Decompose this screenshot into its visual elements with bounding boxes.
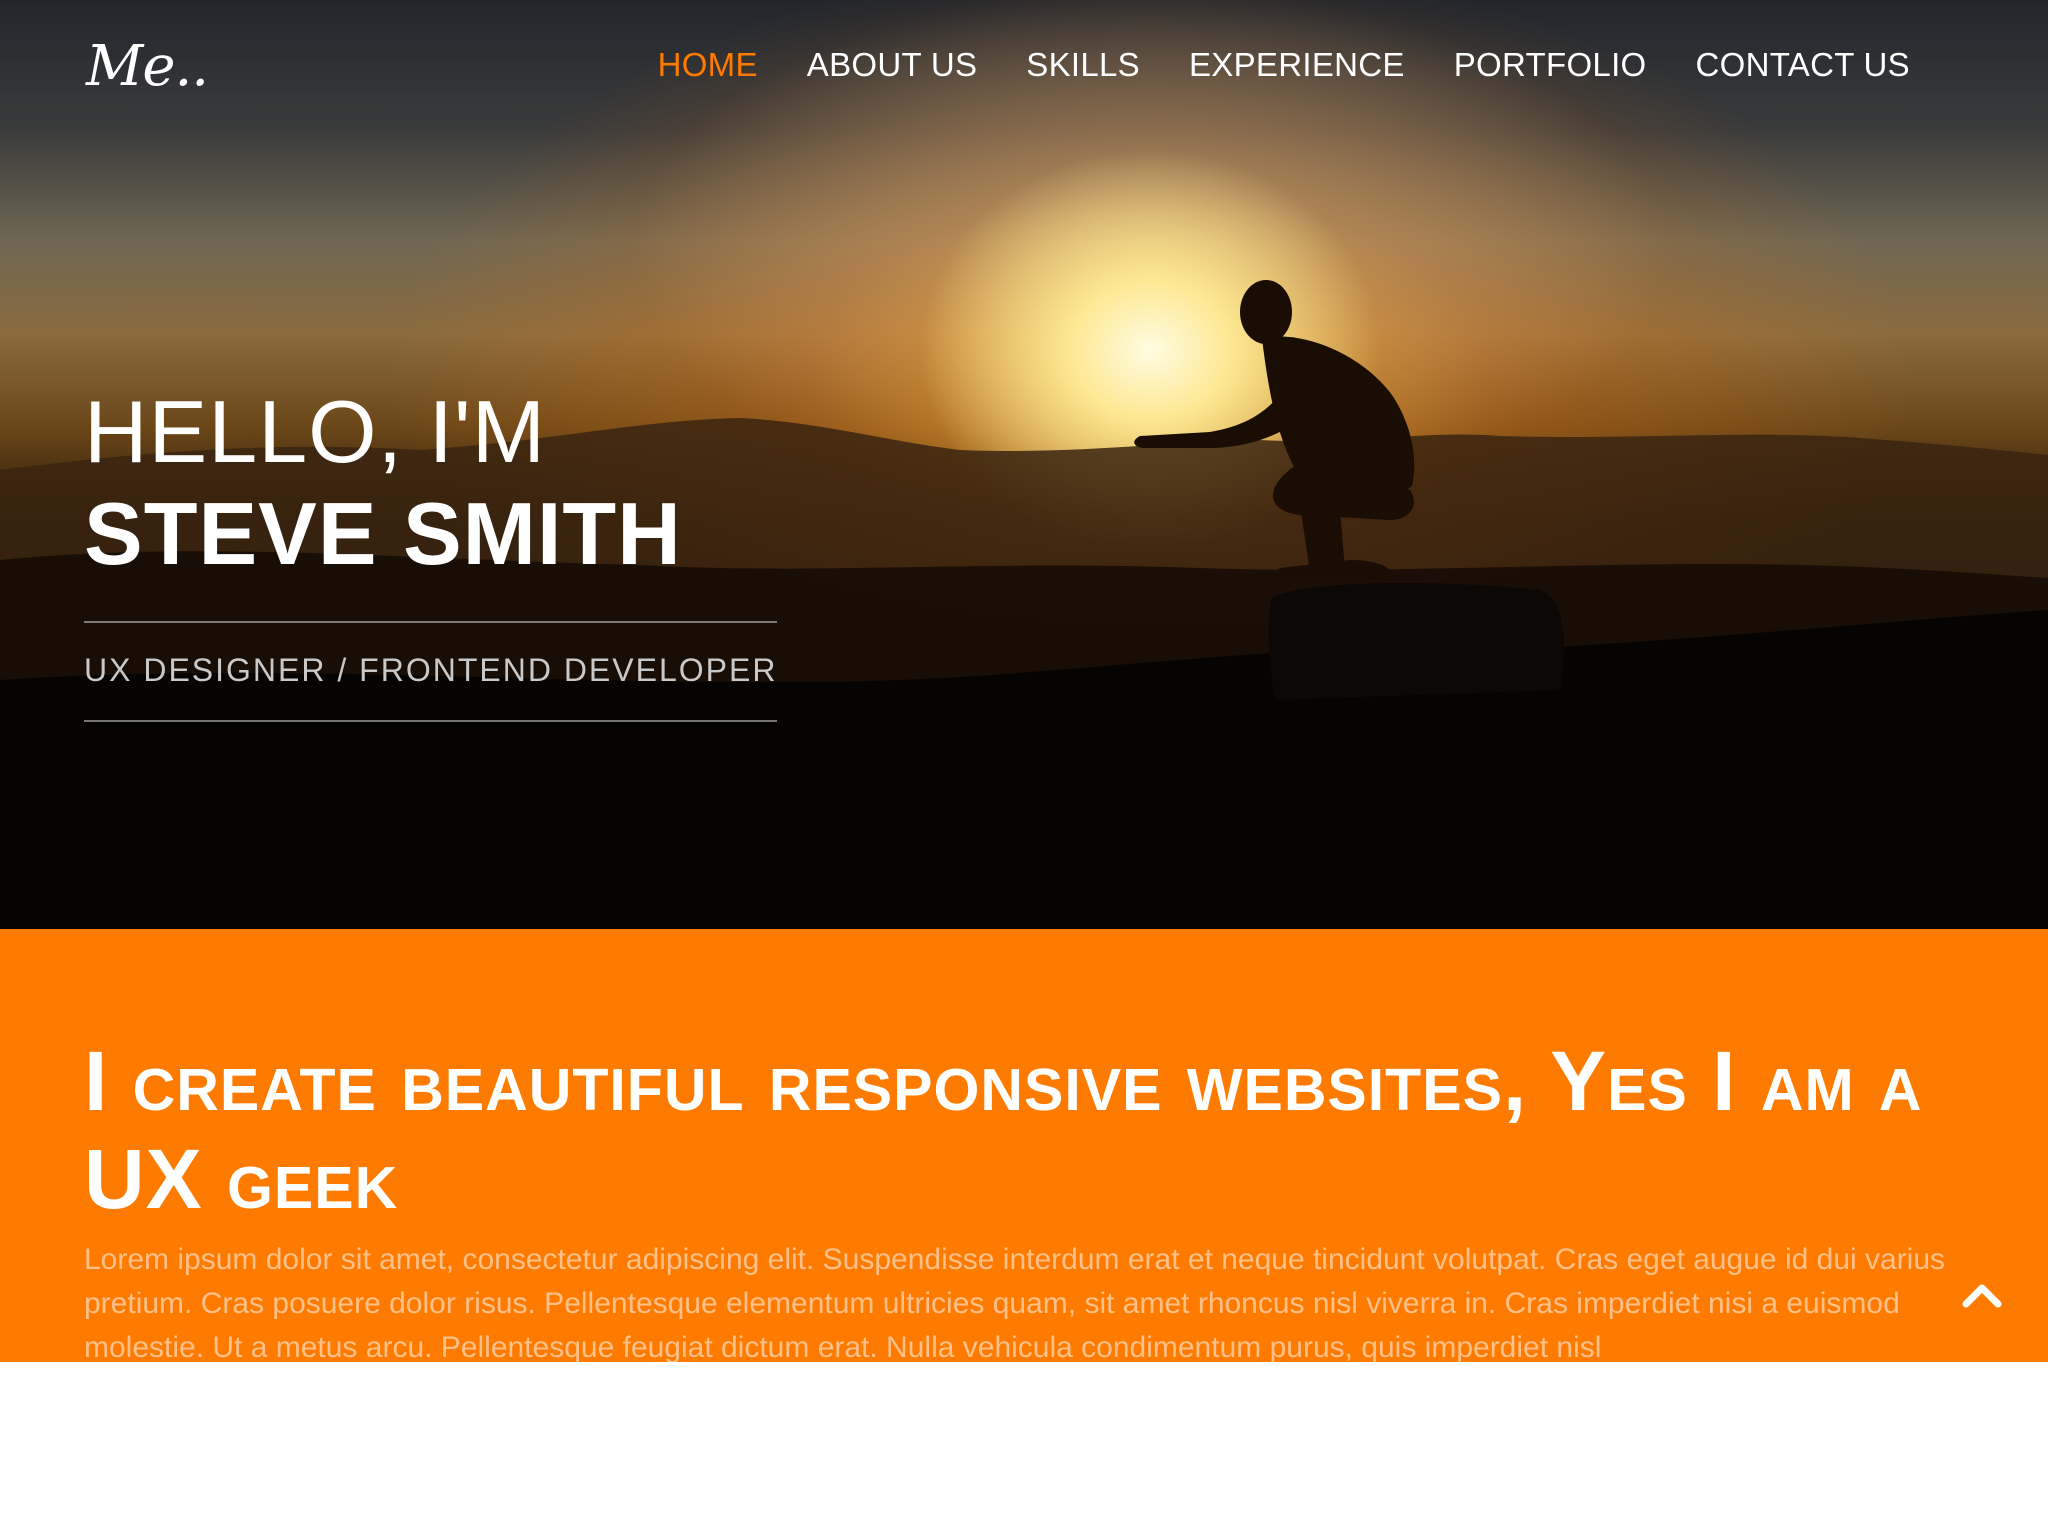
intro-section: I create beautiful responsive websites, … [0,929,2048,1362]
nav-item-home[interactable]: HOME [658,46,758,84]
nav-item-about-us[interactable]: ABOUT US [807,46,978,84]
nav-item-portfolio[interactable]: PORTFOLIO [1454,46,1647,84]
main-navigation: HOME ABOUT US SKILLS EXPERIENCE PORTFOLI… [658,46,1910,84]
page-lower-area [0,1362,2048,1536]
hero-greeting: HELLO, I'M [84,382,547,481]
hero-divider-top [84,621,777,623]
nav-item-skills[interactable]: SKILLS [1026,46,1140,84]
nav-item-experience[interactable]: EXPERIENCE [1189,46,1405,84]
hero-divider-bottom [84,720,777,722]
chevron-up-icon[interactable] [1962,1280,2002,1310]
hero-name: STEVE SMITH [84,484,682,583]
intro-headline: I create beautiful responsive websites, … [84,1034,1923,1226]
nav-item-contact-us[interactable]: CONTACT US [1696,46,1910,84]
site-logo[interactable]: Me.. [86,34,209,99]
intro-body: Lorem ipsum dolor sit amet, consectetur … [84,1243,1946,1362]
hero-role: UX DESIGNER / FRONTEND DEVELOPER [84,652,778,688]
hero-section: Me.. HOME ABOUT US SKILLS EXPERIENCE POR… [0,0,2048,929]
